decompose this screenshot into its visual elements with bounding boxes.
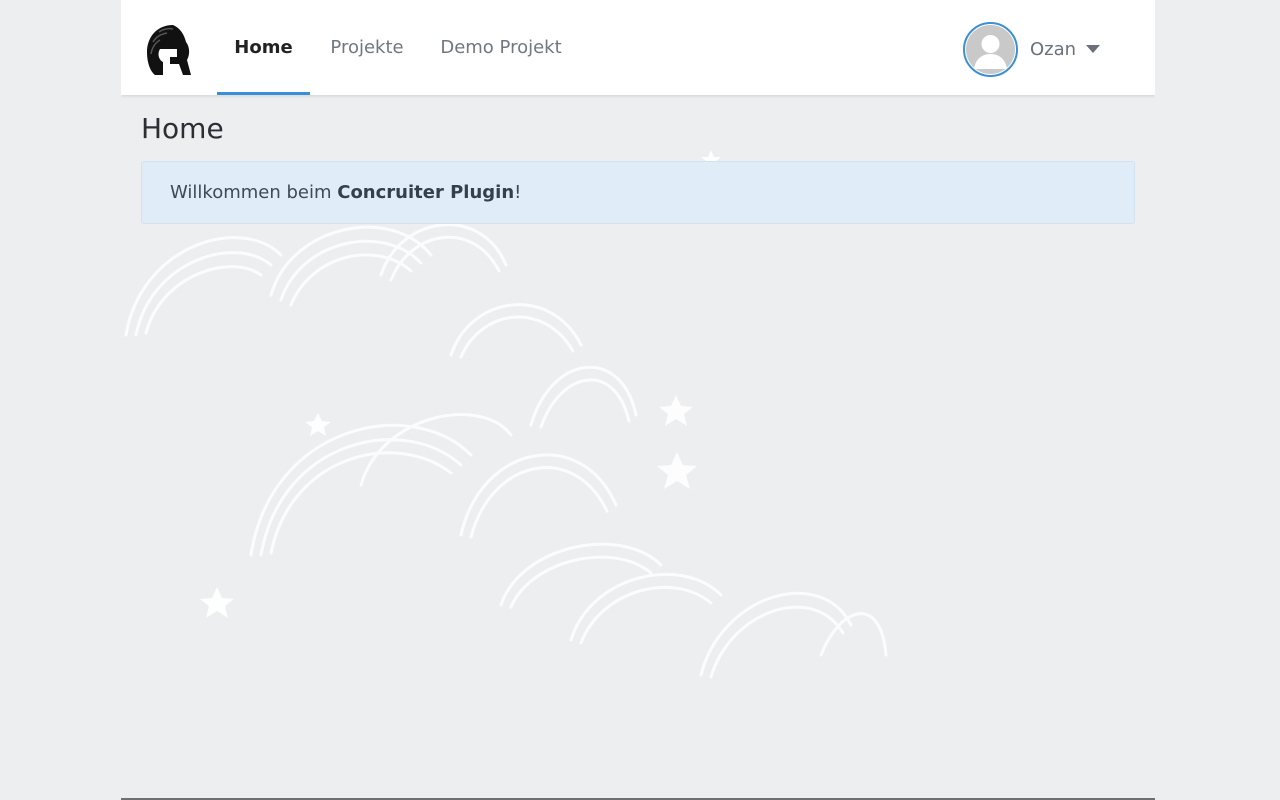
nav-link-demo-projekt[interactable]: Demo Projekt: [436, 0, 566, 95]
default-user-avatar-icon: [966, 24, 1015, 74]
user-menu[interactable]: Ozan: [963, 19, 1101, 79]
welcome-alert: Willkommen beim Concruiter Plugin!: [141, 161, 1135, 224]
spartan-helmet-icon[interactable]: [143, 22, 193, 77]
caret-down-icon: [1086, 45, 1101, 53]
avatar: [963, 21, 1018, 77]
page-title: Home: [141, 112, 224, 145]
nav-link-label: Home: [234, 37, 293, 58]
user-name: Ozan: [1030, 38, 1077, 60]
alert-prefix: Willkommen beim: [170, 182, 338, 203]
alert-suffix: !: [514, 182, 522, 203]
nav-link-label: Demo Projekt: [440, 37, 562, 58]
nav-link-projekte[interactable]: Projekte: [323, 0, 411, 95]
app-frame: Home Projekte Demo Projekt Ozan Home Wil…: [121, 0, 1155, 800]
alert-highlight: Concruiter Plugin: [337, 182, 515, 203]
nav-link-home[interactable]: Home: [217, 0, 310, 95]
top-navbar: Home Projekte Demo Projekt Ozan: [121, 0, 1155, 95]
nav-link-label: Projekte: [330, 37, 404, 58]
